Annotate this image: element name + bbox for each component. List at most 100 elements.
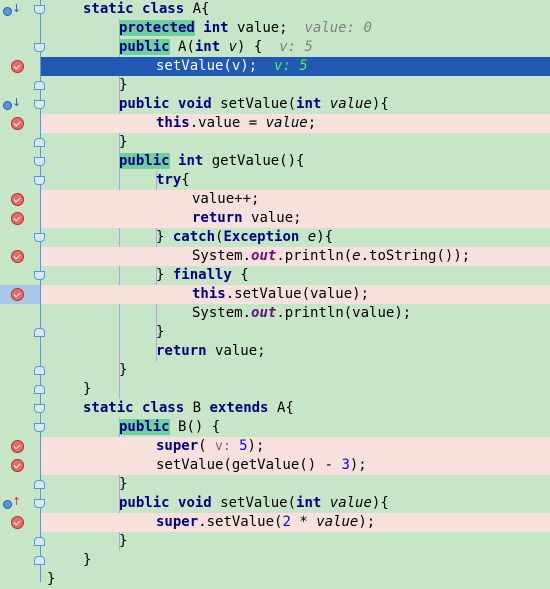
code-line[interactable]: static class A{ (41, 0, 550, 19)
code-area[interactable]: static class A{ protected int value; val… (41, 0, 550, 587)
number-literal: 3 (341, 457, 350, 473)
number-literal: 2 (282, 514, 291, 530)
param-name: value (265, 115, 308, 131)
code-line[interactable]: return value; (41, 342, 550, 361)
code-text: } (83, 552, 92, 568)
class-name: Exception (223, 229, 300, 245)
code-line[interactable]: System.out.println(value); (41, 304, 550, 323)
code-text: } (119, 77, 128, 93)
keyword-public: public (119, 153, 170, 169)
overridden-method-marker-icon[interactable]: ↓ (3, 97, 21, 111)
breakpoint-line[interactable]: super.setValue(2 * value); (41, 513, 550, 532)
static-field: out (251, 248, 277, 264)
breakpoint-icon[interactable] (11, 60, 24, 73)
overriding-method-marker-icon[interactable]: ↑ (3, 496, 21, 510)
execution-point-line[interactable]: setValue(v); v: 5 (41, 57, 550, 76)
code-text: } (119, 533, 128, 549)
breakpoint-line[interactable]: this.setValue(value); (41, 285, 550, 304)
keyword-int: int (194, 39, 221, 55)
code-line[interactable]: public int getValue(){ (41, 152, 550, 171)
keyword-int: int (203, 20, 229, 36)
keyword-return: return (192, 210, 243, 226)
keyword-int: int (296, 495, 322, 511)
param-name: v (228, 39, 238, 55)
code-line[interactable]: } (41, 133, 550, 152)
breakpoint-line[interactable]: return value; (41, 209, 550, 228)
breakpoint-icon[interactable] (11, 250, 24, 263)
code-line[interactable]: } finally { (41, 266, 550, 285)
code-line[interactable]: } catch(Exception e){ (41, 228, 550, 247)
overridden-method-marker-icon[interactable]: ↓ (3, 3, 21, 17)
inline-value-hint: value: 0 (304, 20, 372, 36)
keyword-finally: finally (172, 267, 232, 283)
code-line[interactable]: public A(int v) { v: 5 (41, 38, 550, 57)
breakpoint-icon[interactable] (11, 440, 24, 453)
keyword-protected: protected (119, 20, 195, 36)
code-line[interactable]: static class B extends A{ (41, 399, 550, 418)
breakpoint-line[interactable]: System.out.println(e.toString()); (41, 247, 550, 266)
keyword-void: void (178, 96, 212, 112)
keyword-public: public (119, 495, 170, 511)
breakpoint-icon[interactable] (11, 459, 24, 472)
number-literal: 5 (239, 438, 248, 454)
keyword-return: return (156, 343, 207, 359)
class-name: System. (192, 305, 252, 321)
code-line[interactable]: } (41, 361, 550, 380)
class-name: A{ (276, 400, 294, 416)
breakpoint-line[interactable]: super( v: 5); (41, 437, 550, 456)
keyword-static: static (83, 1, 134, 17)
code-line[interactable]: try{ (41, 171, 550, 190)
method-call: .setValue(value); (225, 286, 370, 302)
keyword-this: this (156, 115, 190, 131)
keyword-void: void (178, 495, 212, 511)
code-editor: ↓ ↓ ↑ static class A{ protected int valu… (0, 0, 550, 587)
code-text: } (47, 571, 56, 587)
code-text: value++; (192, 191, 260, 207)
keyword-public: public (119, 96, 170, 112)
code-line[interactable]: public B() { (41, 418, 550, 437)
code-text: setValue(v); (156, 58, 258, 74)
code-text: } (119, 134, 128, 150)
static-field: out (251, 305, 277, 321)
method-call: .println(value); (276, 305, 412, 321)
class-name: System. (192, 248, 252, 264)
code-line[interactable]: public void setValue(int value){ (41, 95, 550, 114)
code-line[interactable]: } (41, 551, 550, 570)
method-name: setValue( (220, 495, 297, 511)
breakpoint-icon[interactable] (11, 117, 24, 130)
code-line[interactable]: } (41, 323, 550, 342)
breakpoint-icon[interactable] (11, 193, 24, 206)
method-call: .toString()); (360, 248, 471, 264)
code-line[interactable]: protected int value; value: 0 (41, 19, 550, 38)
keyword-super: super (156, 438, 199, 454)
method-name: getValue(){ (211, 153, 305, 169)
breakpoint-icon[interactable] (11, 288, 24, 301)
method-call: .setValue( (198, 514, 283, 530)
breakpoint-icon[interactable] (11, 516, 24, 529)
code-text: } (83, 381, 92, 397)
operator: * (290, 514, 317, 530)
code-text: } (119, 476, 128, 492)
class-name: A{ (192, 1, 210, 17)
code-text: } (156, 324, 165, 340)
breakpoint-line[interactable]: value++; (41, 190, 550, 209)
code-line[interactable]: public void setValue(int value){ (41, 494, 550, 513)
class-name: B (192, 400, 202, 416)
keyword-int: int (296, 96, 322, 112)
code-line[interactable]: } (41, 570, 550, 589)
code-line[interactable]: } (41, 532, 550, 551)
code-text: .value = (189, 115, 266, 131)
breakpoint-icon[interactable] (11, 212, 24, 225)
code-line[interactable]: } (41, 475, 550, 494)
param-name: value (329, 96, 372, 112)
code-line[interactable]: } (41, 76, 550, 95)
method-call: setValue(getValue() - (156, 457, 342, 473)
code-text: value; (215, 343, 266, 359)
method-name: setValue( (220, 96, 297, 112)
code-line[interactable]: } (41, 380, 550, 399)
breakpoint-line[interactable]: this.value = value; (41, 114, 550, 133)
breakpoint-line[interactable]: setValue(getValue() - 3); (41, 456, 550, 475)
constructor-name: B() { (178, 419, 221, 435)
keyword-class: class (142, 1, 185, 17)
keyword-extends: extends (209, 400, 269, 416)
